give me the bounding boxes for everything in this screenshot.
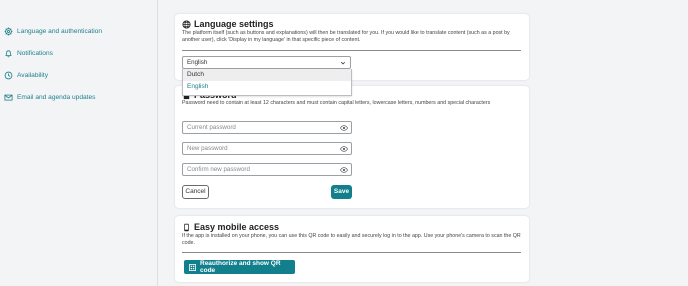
divider (182, 50, 521, 51)
password-description: Password need to contain at least 12 cha… (182, 100, 491, 106)
eye-icon[interactable] (340, 167, 348, 173)
settings-main: Language settings The platform itself (s… (159, 0, 688, 286)
language-dropdown: Dutch English (182, 69, 352, 96)
sidebar-item-email-agenda[interactable]: Email and agenda updates (4, 93, 95, 102)
bell-icon (4, 49, 13, 58)
language-option-dutch[interactable]: Dutch (183, 69, 351, 81)
mobile-access-description: If the app is installed on your phone, y… (182, 233, 521, 247)
qr-code-icon (189, 263, 196, 271)
divider (182, 252, 521, 253)
sidebar-item-notifications[interactable]: Notifications (4, 49, 53, 58)
envelope-icon (4, 93, 13, 102)
save-button[interactable]: Save (331, 185, 352, 199)
eye-icon[interactable] (340, 125, 348, 131)
sidebar-item-language-authentication[interactable]: Language and authentication (4, 27, 102, 36)
language-description: The platform itself (such as buttons and… (182, 30, 510, 44)
gear-icon (4, 27, 13, 36)
language-settings-title: Language settings (182, 19, 274, 29)
settings-sidebar: Language and authentication Notification… (0, 0, 158, 286)
globe-icon (182, 19, 191, 29)
language-select[interactable]: English (182, 56, 351, 69)
eye-icon[interactable] (340, 146, 348, 152)
sidebar-item-label: Availability (17, 72, 49, 79)
chevron-down-icon (340, 61, 346, 65)
sidebar-item-label: Notifications (17, 50, 53, 57)
new-password-field[interactable]: New password (182, 142, 352, 155)
clock-icon (4, 71, 13, 80)
sidebar-item-availability[interactable]: Availability (4, 71, 48, 80)
cancel-button[interactable]: Cancel (182, 185, 209, 199)
language-option-english[interactable]: English (183, 81, 351, 93)
language-select-value: English (187, 59, 208, 66)
current-password-field[interactable]: Current password (182, 121, 352, 134)
phone-icon (182, 223, 191, 232)
sidebar-item-label: Email and agenda updates (17, 94, 96, 101)
mobile-access-title: Easy mobile access (182, 222, 279, 232)
confirm-password-field[interactable]: Confirm new password (182, 163, 352, 176)
reauthorize-qr-button[interactable]: Reauthorize and show QR code (184, 260, 295, 274)
sidebar-item-label: Language and authentication (17, 28, 103, 35)
